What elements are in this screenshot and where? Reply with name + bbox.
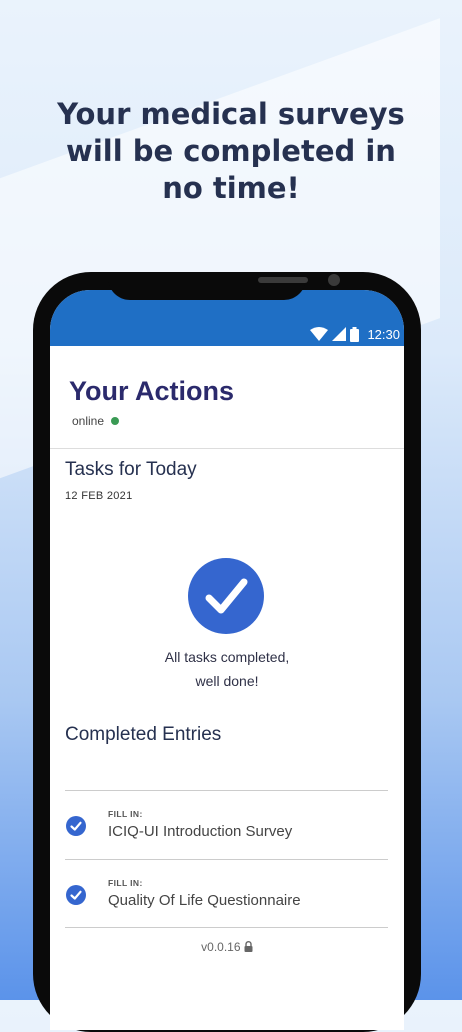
- page-title: Your Actions: [69, 376, 235, 406]
- status-icons: 12:30: [310, 326, 400, 342]
- check-icon: [66, 816, 86, 836]
- tasks-date: 12 FEB 2021: [65, 490, 133, 502]
- tasks-section-title: Tasks for Today: [65, 459, 197, 480]
- tasks-complete-line-2: well done!: [195, 673, 259, 689]
- tasks-complete-message: All tasks completed, well done!: [50, 645, 404, 693]
- completed-entry[interactable]: FILL IN: Quality Of Life Questionnaire: [65, 859, 388, 928]
- connection-status: online: [72, 414, 120, 428]
- lock-icon: [244, 941, 253, 952]
- completed-entry[interactable]: FILL IN: ICIQ-UI Introduction Survey: [65, 790, 388, 859]
- entry-title: Quality Of Life Questionnaire: [108, 892, 301, 909]
- headline-line-1: Your medical surveys: [57, 97, 405, 131]
- entry-kicker: FILL IN:: [108, 809, 143, 819]
- check-icon: [66, 885, 86, 905]
- header-divider: [50, 448, 404, 449]
- entry-title: ICIQ-UI Introduction Survey: [108, 823, 293, 840]
- online-indicator-icon: [111, 417, 120, 425]
- entry-kicker: FILL IN:: [108, 878, 143, 888]
- connection-status-label: online: [72, 414, 105, 428]
- completed-section-title: Completed Entries: [65, 724, 222, 745]
- phone-frame: 12:30 Your Actions online Tasks for Toda…: [33, 272, 421, 1032]
- headline-line-2: will be completed in: [66, 134, 396, 168]
- headline-line-3: no time!: [162, 171, 300, 205]
- promo-headline: Your medical surveys will be completed i…: [0, 96, 462, 207]
- signal-icon: [332, 327, 347, 341]
- entries-bottom-divider: [65, 927, 388, 928]
- status-time: 12:30: [367, 326, 400, 342]
- version-label: v0.0.16: [201, 940, 241, 954]
- speaker-grille: [258, 277, 308, 283]
- tasks-complete-line-1: All tasks completed,: [164, 649, 290, 665]
- battery-icon: [350, 326, 360, 342]
- front-camera: [328, 274, 340, 286]
- phone-screen: 12:30 Your Actions online Tasks for Toda…: [50, 290, 404, 1030]
- phone-notch: [108, 272, 340, 300]
- tasks-complete-check-icon: [188, 558, 264, 634]
- app-version: v0.0.16: [50, 940, 404, 954]
- wifi-icon: [310, 327, 329, 341]
